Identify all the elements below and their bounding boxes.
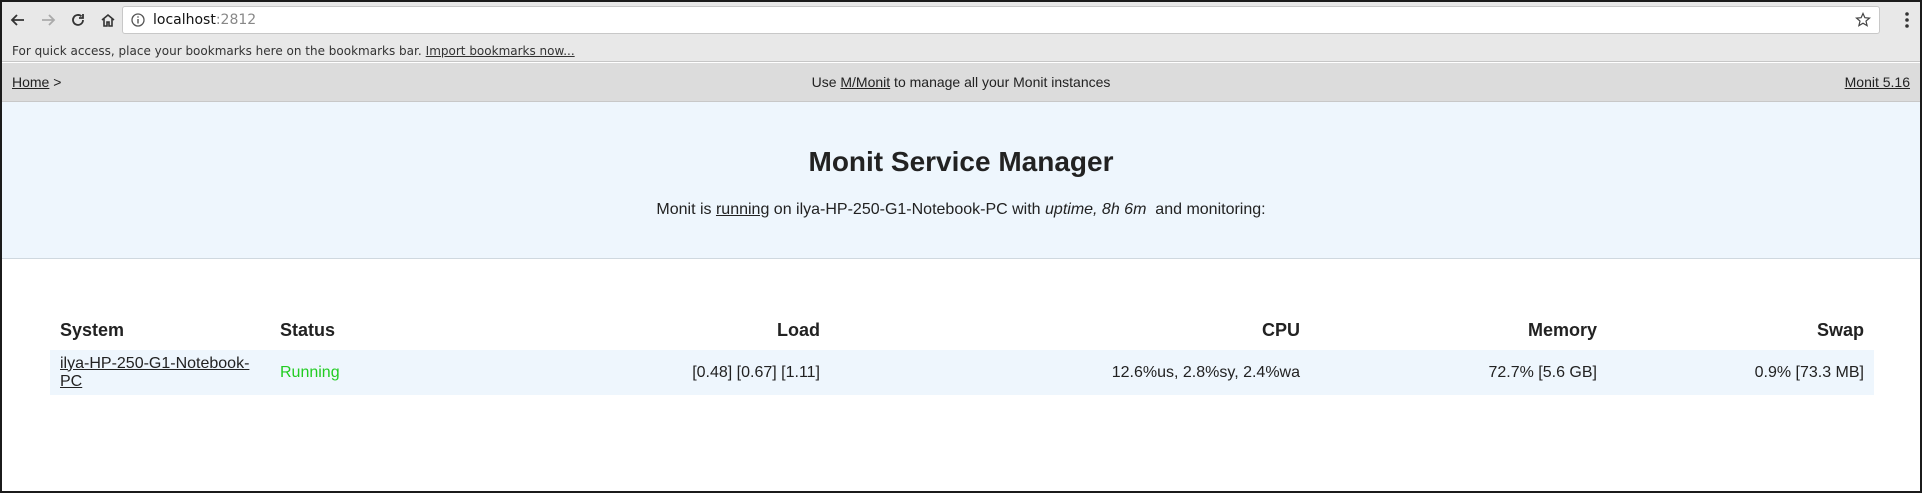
url-port: :2812 [215,12,257,28]
version-link[interactable]: Monit 5.16 [1845,74,1910,90]
memory-cell: 72.7% [5.6 GB] [1488,363,1597,381]
system-table: System Status Load CPU Memory Swap ilya-… [50,310,1874,395]
url-host: localhost [153,12,216,28]
load-cell: [0.48] [0.67] [1.11] [692,363,820,381]
mmonit-promo: Use M/Monit to manage all your Monit ins… [0,74,1922,90]
forward-arrow-icon [42,14,56,26]
menu-icon[interactable] [1904,11,1910,29]
url-bar[interactable]: localhost:2812 [122,6,1880,34]
cpu-cell: 12.6%us, 2.8%sy, 2.4%wa [1111,363,1300,381]
header-system: System [60,319,125,340]
bookmarks-hint: For quick access, place your bookmarks h… [12,43,422,58]
uptime-text: uptime, 8h 6m [1045,201,1147,218]
table-row: ilya-HP-250-G1-Notebook-PC Running [0.48… [50,350,1874,395]
import-bookmarks-link[interactable]: Import bookmarks now... [426,44,575,58]
home-icon [101,13,115,27]
forward-button[interactable] [36,8,60,32]
status-prefix: Monit is [656,201,716,218]
header-load: Load [777,319,820,340]
info-icon[interactable] [131,13,145,27]
table-header-row: System Status Load CPU Memory Swap [50,310,1874,350]
status-summary: Monit is running on ilya-HP-250-G1-Noteb… [0,201,1922,219]
system-cell: ilya-HP-250-G1-Notebook-PC [50,350,270,395]
mmonit-link[interactable]: M/Monit [840,74,890,90]
monit-navbar: Home > Use M/Monit to manage all your Mo… [0,63,1922,102]
reload-button[interactable] [66,8,90,32]
browser-toolbar: localhost:2812 [0,0,1922,40]
system-link[interactable]: ilya-HP-250-G1-Notebook-PC [60,355,249,390]
back-button[interactable] [6,8,30,32]
swap-cell: 0.9% [73.3 MB] [1754,363,1864,381]
reload-icon [72,14,84,26]
star-icon[interactable] [1855,12,1871,28]
home-button[interactable] [96,8,120,32]
header-status: Status [280,319,336,340]
status-cell: Running [280,363,340,381]
header-banner: Monit Service Manager Monit is running o… [0,102,1922,259]
promo-prefix: Use [811,74,841,90]
back-arrow-icon [10,14,24,26]
header-memory: Memory [1527,319,1597,340]
promo-suffix: to manage all your Monit instances [890,74,1111,90]
status-middle: on ilya-HP-250-G1-Notebook-PC with [769,201,1046,218]
header-cpu: CPU [1261,319,1300,340]
status-suffix: and monitoring: [1146,201,1266,218]
bookmarks-bar: For quick access, place your bookmarks h… [0,40,1922,62]
page-title: Monit Service Manager [808,146,1114,177]
running-link[interactable]: running [716,201,769,218]
header-swap: Swap [1816,319,1864,340]
